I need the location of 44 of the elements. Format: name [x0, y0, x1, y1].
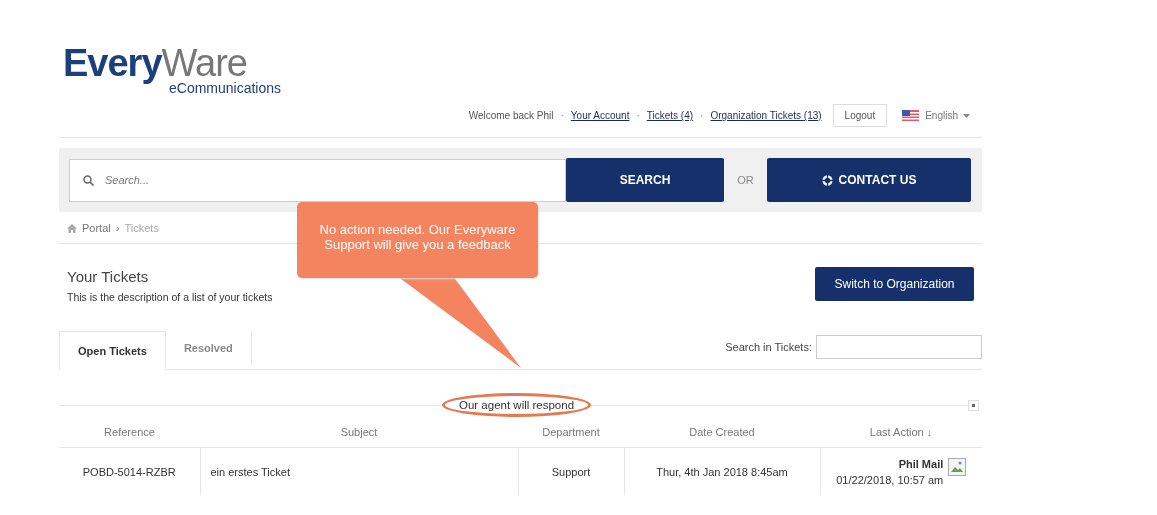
separator-dot: ·: [560, 110, 564, 121]
table-cell: POBD-5014-RZBR: [59, 447, 200, 495]
ticket-search-field[interactable]: [816, 335, 982, 359]
callout-bubble: No action needed. Our Everyware Support will give you a feedback: [297, 202, 538, 278]
collapse-toggle[interactable]: [968, 399, 979, 411]
breadcrumb-link[interactable]: Portal: [82, 222, 111, 234]
logout-button[interactable]: Logout: [832, 104, 888, 127]
language-selector[interactable]: English: [925, 110, 970, 121]
breadcrumb-link[interactable]: Tickets: [124, 222, 159, 234]
or-text: OR: [736, 174, 755, 186]
header-link[interactable]: Organization Tickets (13): [710, 110, 822, 121]
logo-tagline: eCommunications: [169, 80, 282, 96]
contact-us-button[interactable]: CONTACT US: [767, 158, 971, 202]
separator-dot: ·: [636, 110, 640, 121]
switch-organization-button[interactable]: Switch to Organization: [815, 267, 974, 301]
column-header[interactable]: Date Created: [624, 417, 820, 448]
table-cell: ein erstes Ticket: [200, 447, 518, 495]
welcome-text: Welcome back Phil: [468, 110, 554, 121]
page-title: Your Tickets: [67, 268, 150, 285]
logo-wordmark: Ware: [161, 46, 247, 80]
search-field[interactable]: Search...: [69, 158, 566, 202]
column-header[interactable]: Department: [518, 417, 624, 448]
search-button[interactable]: SEARCH: [566, 158, 724, 202]
column-header[interactable]: Reference: [59, 417, 200, 448]
lifebuoy-icon: [821, 174, 833, 186]
table-cell: Support: [518, 447, 624, 495]
search-icon: [83, 174, 94, 186]
search-label: Search in Tickets:: [725, 341, 812, 353]
column-header[interactable]: Last Action ↓: [820, 417, 982, 448]
header-link[interactable]: Your Account: [570, 110, 630, 121]
broken-image-icon: [948, 457, 967, 476]
group-heading: Our agent will respond: [442, 393, 592, 417]
tab[interactable]: Open Tickets: [59, 331, 166, 370]
last-action-author: Phil Mail: [898, 457, 944, 470]
separator-dot: ·: [700, 110, 704, 121]
column-header[interactable]: Subject: [200, 417, 518, 448]
breadcrumb-separator: ›: [115, 222, 120, 234]
table-cell: Thur, 4th Jan 2018 8:45am: [624, 447, 820, 495]
last-action-time: 01/22/2018, 10:57 am: [836, 473, 944, 486]
caret-icon: [963, 113, 970, 118]
flag-icon: [902, 110, 920, 121]
page-description: This is the description of a list of your tickets: [67, 291, 273, 303]
header-link[interactable]: Tickets (4): [646, 110, 694, 121]
home-icon: [67, 223, 77, 233]
